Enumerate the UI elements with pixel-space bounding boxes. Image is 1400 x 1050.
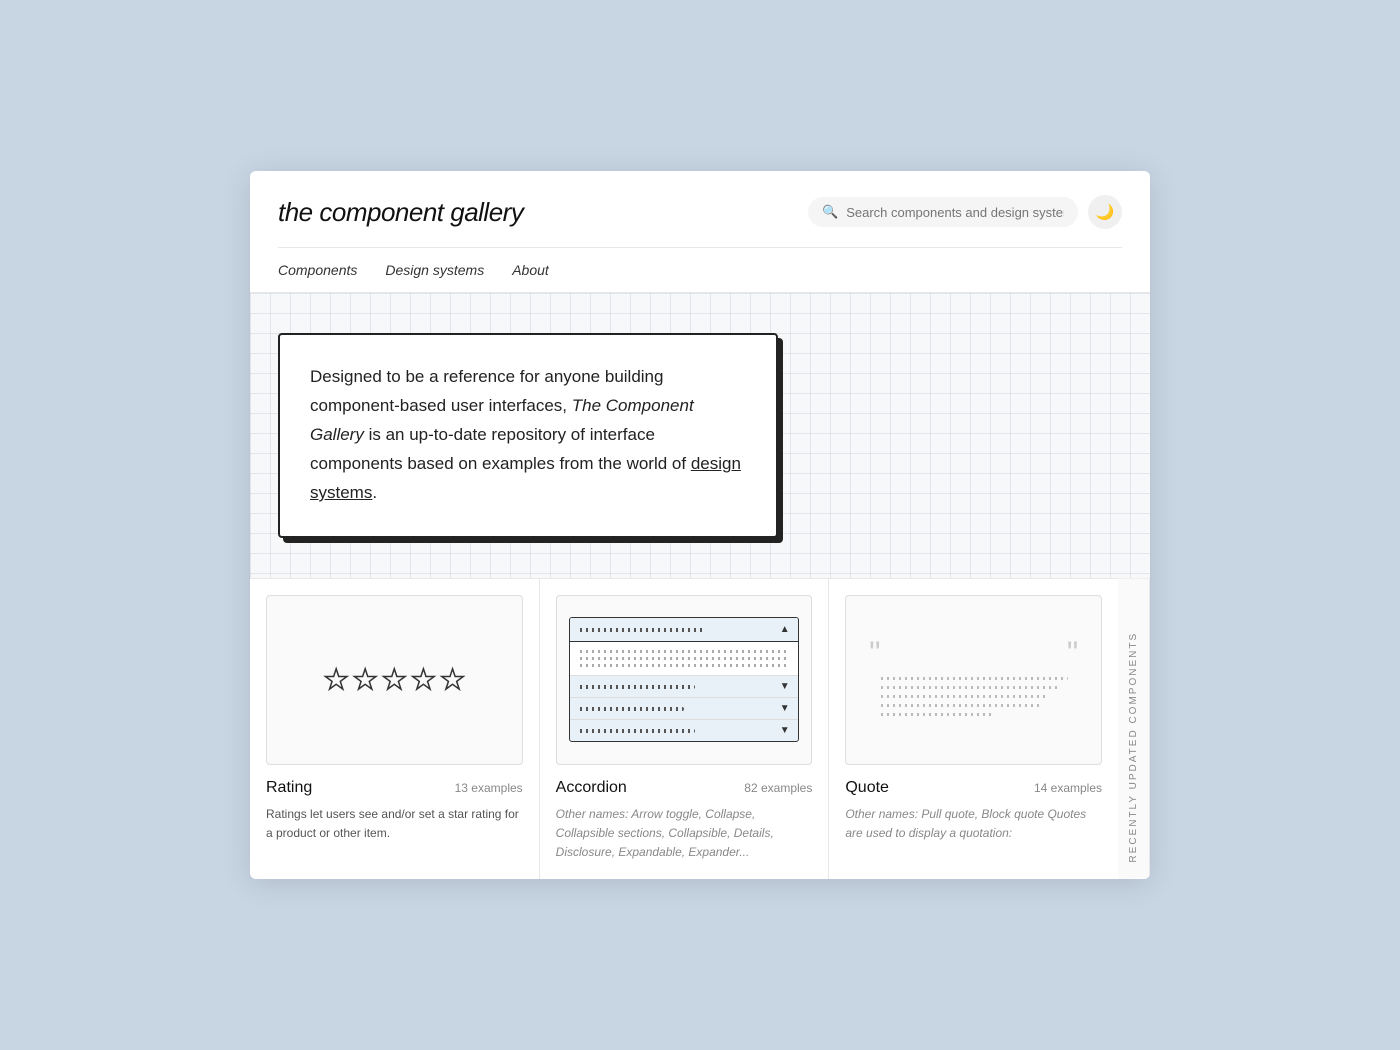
star-5: ★	[440, 663, 465, 696]
star-4: ★	[411, 663, 436, 696]
rating-description: Ratings let users see and/or set a star …	[266, 805, 523, 843]
dark-mode-toggle[interactable]: 🌙	[1088, 195, 1122, 229]
hero-text: Designed to be a reference for anyone bu…	[310, 363, 746, 507]
content-line-2	[578, 657, 789, 660]
search-icon: 🔍	[822, 204, 838, 220]
search-input[interactable]	[846, 205, 1064, 220]
accordion-row-2: ▼	[570, 698, 797, 720]
close-quote-mark: "	[1067, 637, 1078, 669]
rating-name-row: Rating 13 examples	[266, 779, 523, 797]
stars-display: ★ ★ ★ ★ ★	[324, 663, 466, 696]
accordion-open-content	[570, 642, 797, 676]
accordion-up-chevron: ▲	[780, 624, 790, 635]
component-card-rating[interactable]: ★ ★ ★ ★ ★ Rating 13 examples Ratings let…	[250, 579, 540, 879]
rating-examples: 13 examples	[455, 781, 523, 795]
accordion-other-names: Other names: Arrow toggle, Collapse, Col…	[556, 805, 813, 863]
star-1: ★	[324, 663, 349, 696]
accordion-name: Accordion	[556, 779, 627, 797]
content-line-3	[578, 664, 789, 667]
hero-text-part2: is an up-to-date repository of interface…	[310, 425, 691, 473]
main-nav: Components Design systems About	[278, 247, 1122, 292]
quote-examples: 14 examples	[1034, 781, 1102, 795]
accordion-visual: ▲ ▼ ▼	[569, 617, 798, 742]
hero-card: Designed to be a reference for anyone bu…	[278, 333, 778, 537]
quote-lines	[869, 677, 1078, 716]
header-right: 🔍 🌙	[808, 195, 1122, 229]
quote-name-row: Quote 14 examples	[845, 779, 1102, 797]
accordion-row-1-content	[578, 685, 694, 689]
star-2: ★	[353, 663, 378, 696]
header: the component gallery 🔍 🌙 Components Des…	[250, 171, 1150, 292]
accordion-row-2-content	[578, 707, 684, 711]
accordion-chevron-1: ▼	[780, 681, 790, 692]
accordion-row-1: ▼	[570, 676, 797, 698]
component-card-accordion[interactable]: ▲ ▼ ▼	[540, 579, 830, 879]
hero-text-end: .	[372, 483, 377, 502]
quote-marks: " "	[869, 637, 1078, 669]
content-line-1	[578, 650, 789, 653]
quote-name: Quote	[845, 779, 889, 797]
nav-item-components[interactable]: Components	[278, 262, 357, 278]
accordion-examples: 82 examples	[744, 781, 812, 795]
accordion-row-3-content	[578, 729, 694, 733]
accordion-chevron-2: ▼	[780, 703, 790, 714]
accordion-preview: ▲ ▼ ▼	[556, 595, 813, 765]
quote-other-names: Other names: Pull quote, Block quote Quo…	[845, 805, 1102, 843]
accordion-open-header: ▲	[570, 618, 797, 642]
quote-preview: " "	[845, 595, 1102, 765]
accordion-chevron-3: ▼	[780, 725, 790, 736]
quote-line-4	[879, 704, 1040, 707]
accordion-name-row: Accordion 82 examples	[556, 779, 813, 797]
open-quote-mark: "	[869, 637, 880, 669]
accordion-header-content	[578, 628, 705, 632]
component-card-quote[interactable]: " " Quote 14 examples	[829, 579, 1118, 879]
accordion-row-3: ▼	[570, 720, 797, 741]
rating-name: Rating	[266, 779, 312, 797]
components-section: ★ ★ ★ ★ ★ Rating 13 examples Ratings let…	[250, 578, 1150, 879]
nav-item-about[interactable]: About	[512, 262, 549, 278]
star-3: ★	[382, 663, 407, 696]
site-title[interactable]: the component gallery	[278, 197, 523, 228]
rating-preview: ★ ★ ★ ★ ★	[266, 595, 523, 765]
search-bar[interactable]: 🔍	[808, 197, 1078, 227]
recently-updated-label: Recently updated components	[1118, 579, 1150, 879]
quote-line-2	[879, 686, 1059, 689]
header-top: the component gallery 🔍 🌙	[278, 195, 1122, 229]
quote-line-5	[879, 713, 993, 716]
quote-visual: " "	[859, 627, 1088, 732]
main-window: the component gallery 🔍 🌙 Components Des…	[250, 171, 1150, 878]
quote-line-3	[879, 695, 1049, 698]
hero-section: Designed to be a reference for anyone bu…	[250, 292, 1150, 577]
components-grid: ★ ★ ★ ★ ★ Rating 13 examples Ratings let…	[250, 579, 1118, 879]
quote-line-1	[879, 677, 1068, 680]
nav-item-design-systems[interactable]: Design systems	[385, 262, 484, 278]
